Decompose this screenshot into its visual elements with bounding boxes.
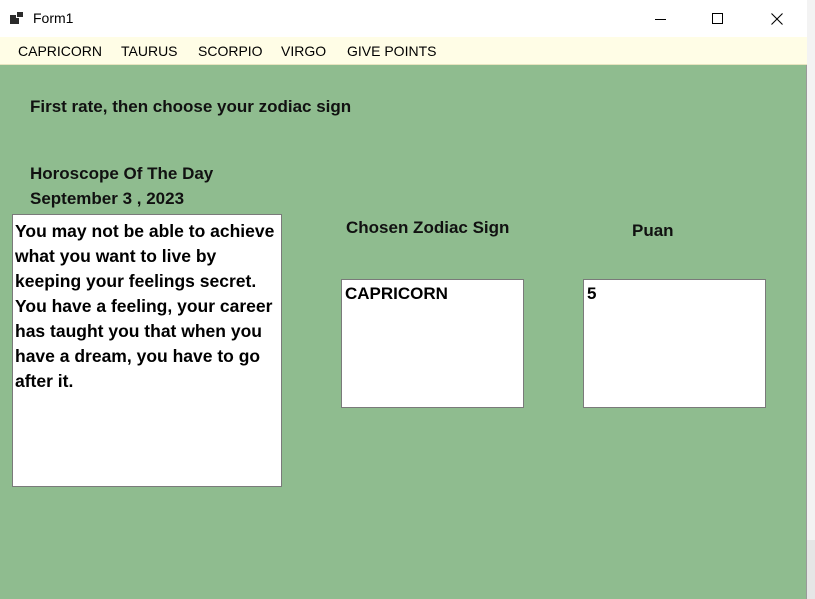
form-window: Form1 CAPRICORN TAURUS SCORPIO VIRGO GIV… xyxy=(0,0,807,599)
app-icon xyxy=(10,11,26,25)
horoscope-textbox[interactable]: You may not be able to achieve what you … xyxy=(12,214,282,487)
close-icon xyxy=(771,12,783,25)
points-label: Puan xyxy=(632,221,674,240)
menu-item-capricorn[interactable]: CAPRICORN xyxy=(18,43,102,59)
maximize-icon xyxy=(712,12,723,24)
date-label: September 3 , 2023 xyxy=(30,189,185,208)
desktop-edge-lower xyxy=(807,540,815,599)
maximize-button[interactable] xyxy=(688,0,748,37)
minimize-icon xyxy=(655,18,666,20)
menu-item-taurus[interactable]: TAURUS xyxy=(121,43,178,59)
close-button[interactable] xyxy=(747,0,807,37)
instruction-label: First rate, then choose your zodiac sign xyxy=(30,97,352,116)
menu-item-virgo[interactable]: VIRGO xyxy=(281,43,326,59)
chosen-sign-label: Chosen Zodiac Sign xyxy=(346,218,510,237)
minimize-button[interactable] xyxy=(631,0,691,37)
menu-bar: CAPRICORN TAURUS SCORPIO VIRGO GIVE POIN… xyxy=(0,37,807,65)
title-bar[interactable]: Form1 xyxy=(0,0,807,37)
window-title: Form1 xyxy=(33,10,74,26)
menu-item-give-points[interactable]: GIVE POINTS xyxy=(347,43,436,59)
points-textbox[interactable]: 5 xyxy=(583,279,766,408)
chosen-sign-textbox[interactable]: CAPRICORN xyxy=(341,279,524,408)
horoscope-heading: Horoscope Of The Day xyxy=(30,164,214,183)
menu-item-scorpio[interactable]: SCORPIO xyxy=(198,43,263,59)
desktop-edge xyxy=(807,0,815,599)
